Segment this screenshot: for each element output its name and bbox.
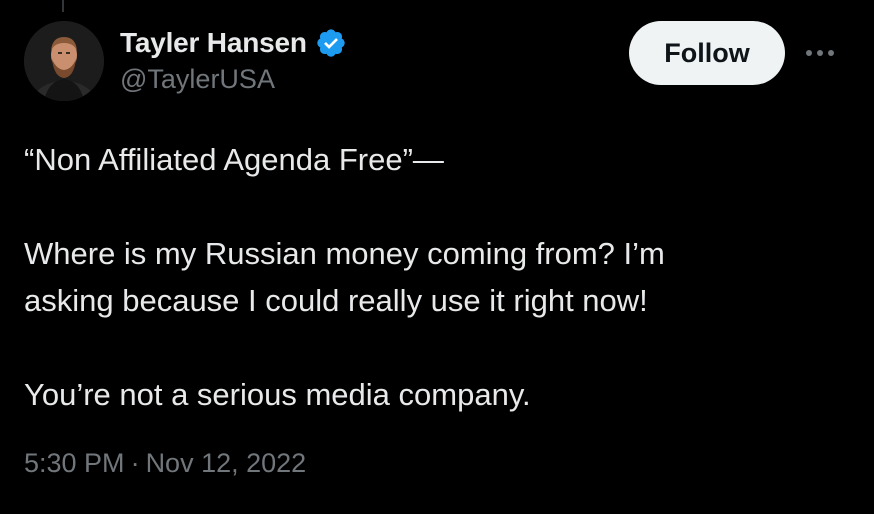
- tweet-text: “Non Affiliated Agenda Free”— Where is m…: [24, 136, 854, 418]
- tweet-author: Tayler Hansen @TaylerUSA: [120, 24, 347, 95]
- author-name-row: Tayler Hansen: [120, 24, 347, 62]
- avatar[interactable]: [24, 21, 104, 101]
- profile-photo-icon: [24, 21, 104, 101]
- meta-separator: ·: [130, 448, 140, 478]
- tweet-text-line: Where is my Russian money coming from? I…: [24, 236, 665, 271]
- tweet-date[interactable]: Nov 12, 2022: [146, 448, 307, 479]
- tweet-text-line: You’re not a serious media company.: [24, 377, 531, 412]
- tweet-timestamp[interactable]: 5:30 PM · Nov 12, 2022: [24, 448, 306, 479]
- more-options-icon[interactable]: [802, 36, 838, 70]
- follow-button[interactable]: Follow: [629, 21, 785, 85]
- author-display-name[interactable]: Tayler Hansen: [120, 27, 307, 59]
- tweet-text-line: “Non Affiliated Agenda Free”—: [24, 142, 444, 177]
- verified-badge-icon: [315, 27, 347, 59]
- tweet-text-line: asking because I could really use it rig…: [24, 283, 648, 318]
- tweet-time[interactable]: 5:30 PM: [24, 448, 125, 479]
- thread-connector-line: [62, 0, 64, 12]
- author-handle[interactable]: @TaylerUSA: [120, 64, 347, 95]
